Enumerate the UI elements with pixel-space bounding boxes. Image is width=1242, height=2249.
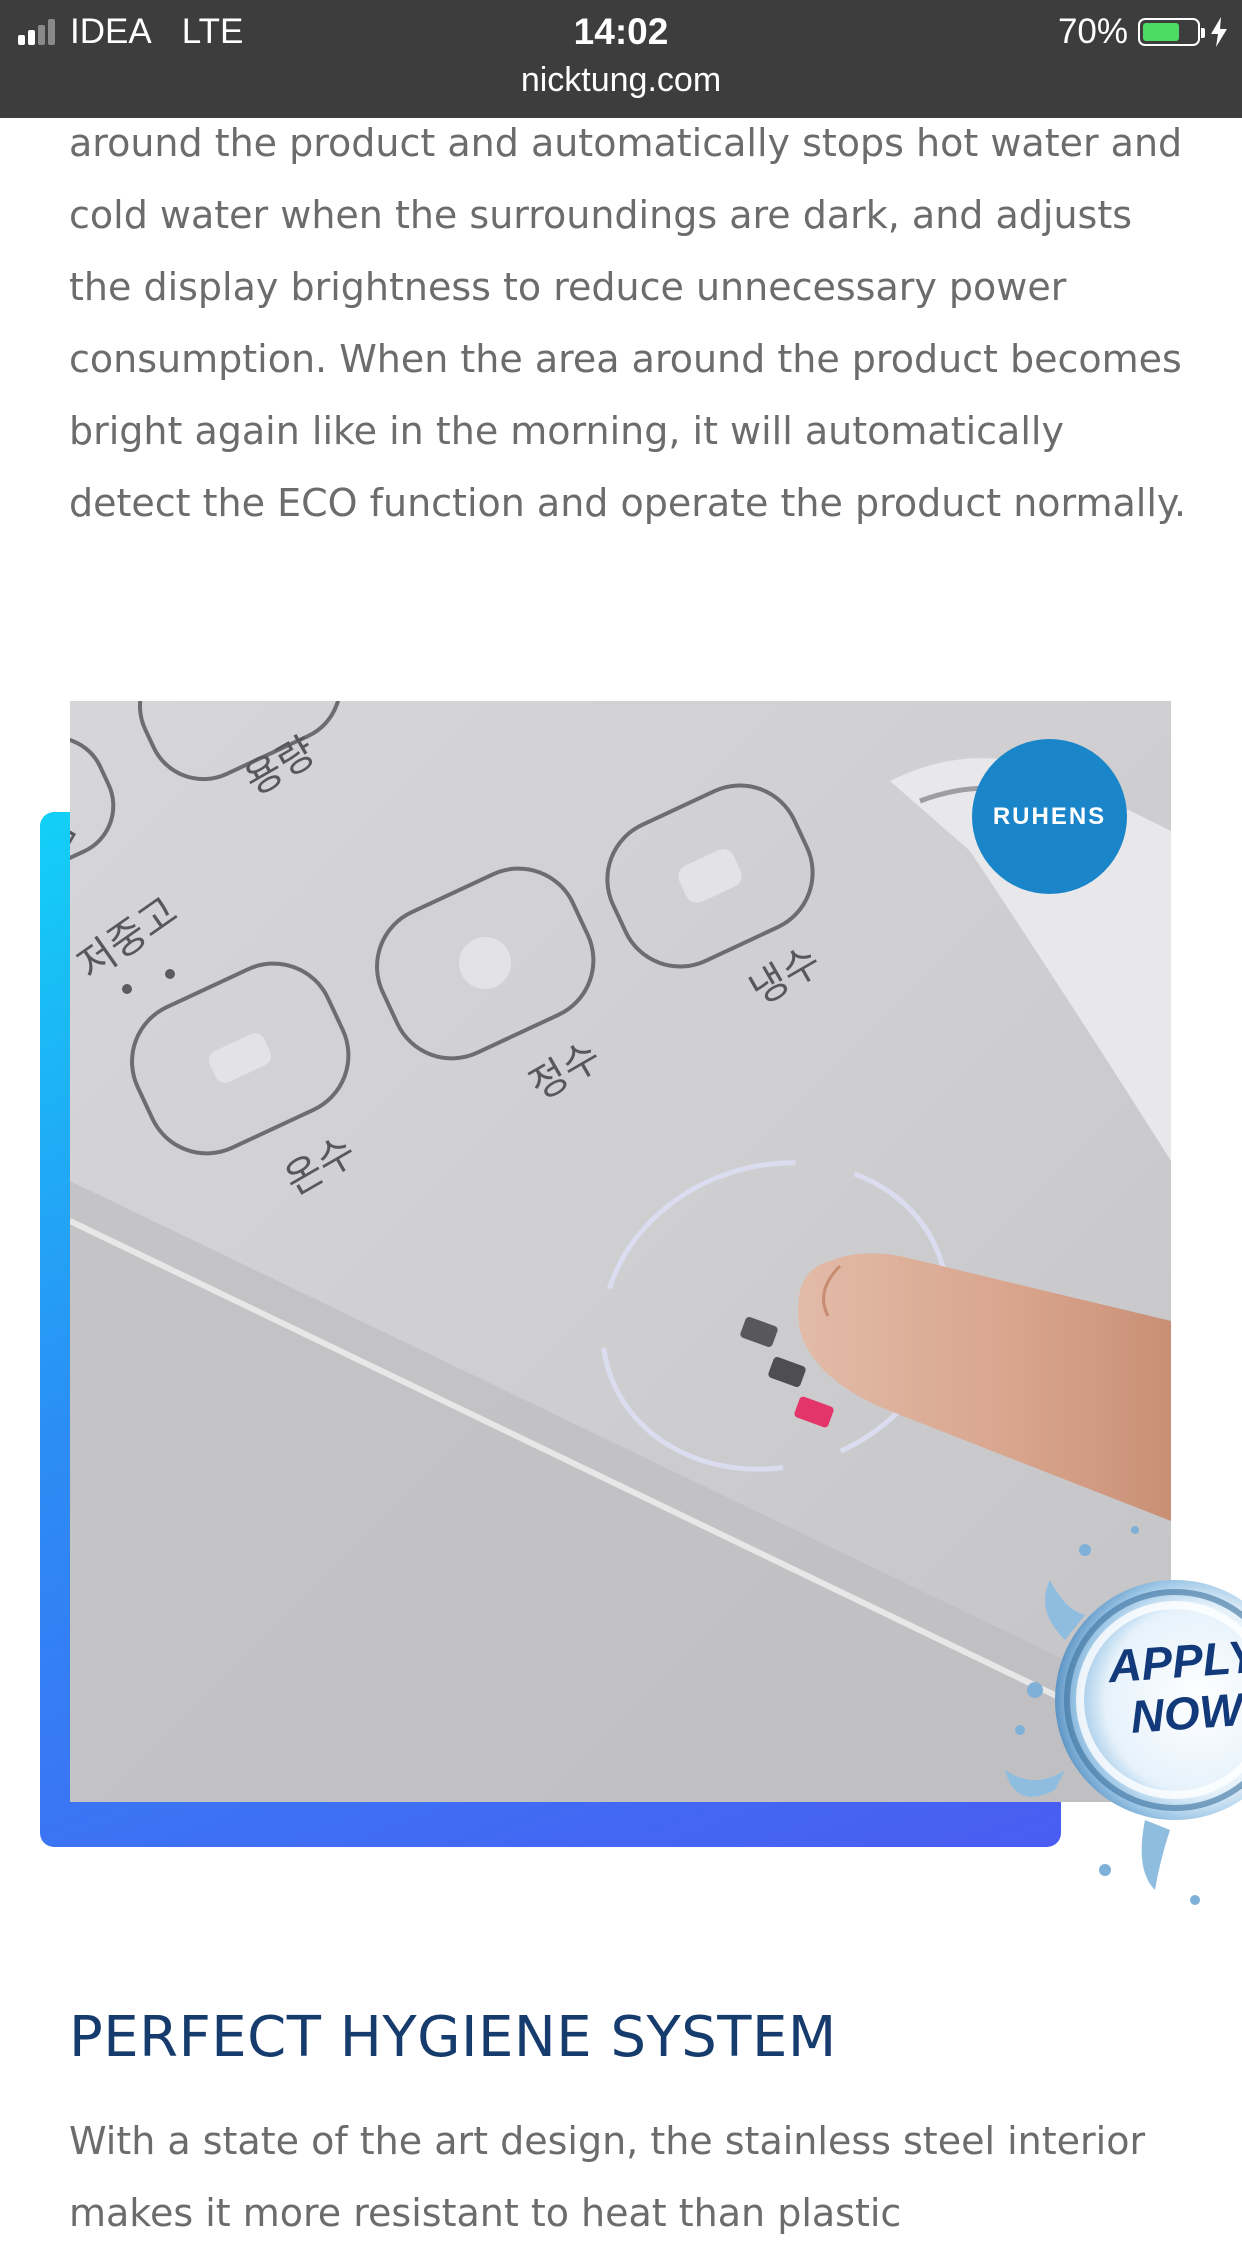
battery-level-fill [1143,23,1179,41]
article-paragraph-hygiene: With a state of the art design, the stai… [69,2119,1146,2235]
ruhens-logo-badge: RUHENS [972,739,1127,894]
battery-icon [1138,18,1205,46]
apply-now-button[interactable]: APPLY NOW [995,1490,1242,1910]
status-right: 70% [1058,10,1228,54]
section-heading-hygiene: PERFECT HYGIENE SYSTEM [69,2005,837,2070]
battery-percent: 70% [1057,12,1128,51]
apply-now-label[interactable]: APPLY NOW [1092,1629,1242,1745]
charging-bolt-icon [1211,17,1227,47]
article-paragraph-eco: around the product and automatically sto… [69,121,1187,525]
status-bar: IDEA LTE 14:02 nicktung.com 70% [0,0,1242,118]
clock: 14:02 [573,11,669,52]
address-bar-url[interactable]: nicktung.com [0,58,1242,102]
